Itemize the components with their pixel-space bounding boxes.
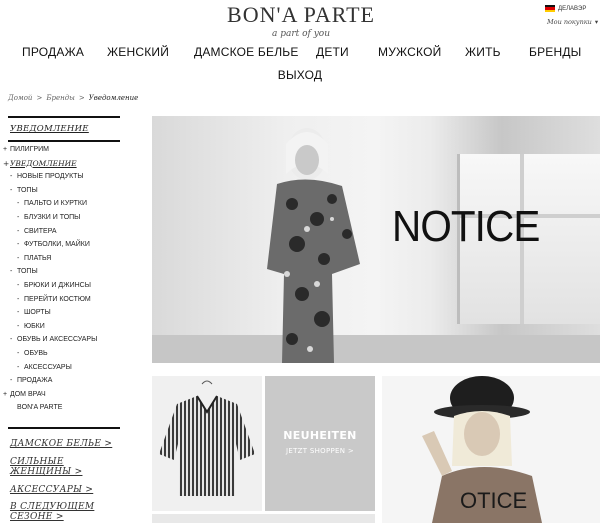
category-item[interactable]: - ЮБКИ (0, 320, 122, 334)
category-item-active[interactable]: +УВЕДОМЛЕНИЕ (0, 157, 122, 171)
model-photo-tile[interactable]: OTICE (382, 376, 600, 523)
category-item[interactable]: - ФУТБОЛКИ, МАЙКИ (0, 238, 122, 252)
sidebar-divider (8, 427, 120, 429)
category-item[interactable]: - ОБУВЬ (0, 347, 122, 361)
category-item[interactable]: BON'A PARTE (0, 401, 122, 415)
sidebar-title[interactable]: УВЕДОМЛЕНИЕ (10, 124, 89, 134)
striped-top-image (159, 380, 255, 496)
nav-item-logout[interactable]: ВЫХОД (278, 68, 322, 82)
shirt-print-text: OTICE (460, 488, 527, 513)
category-item[interactable]: - ОБУВЬ И АКСЕССУАРЫ (0, 333, 122, 347)
breadcrumb-home[interactable]: Домой (8, 94, 32, 102)
category-item[interactable]: + ПИЛИГРИМ (0, 143, 122, 157)
nav-item-living[interactable]: ЖИТЬ (465, 45, 501, 59)
promo-link-accessories[interactable]: АКСЕССУАРЫ > (10, 485, 93, 495)
promo-link-strong-women[interactable]: СИЛЬНЫЕ ЖЕНЩИНЫ > (10, 457, 100, 477)
breadcrumb-separator: > (36, 94, 43, 102)
next-row-preview (152, 514, 375, 523)
category-item[interactable]: - АКСЕССУАРЫ (0, 361, 122, 375)
country-label: ДЕЛАВЭР (558, 5, 587, 12)
category-item[interactable]: - ШОРТЫ (0, 306, 122, 320)
sidebar-divider (8, 140, 120, 142)
category-item[interactable]: - БРЮКИ И ДЖИНСЫ (0, 279, 122, 293)
category-item[interactable]: - СВИТЕРА (0, 225, 122, 239)
new-arrivals-title: NEUHEITEN (283, 429, 357, 442)
category-item[interactable]: - ПЛАТЬЯ (0, 252, 122, 266)
breadcrumb-current: Уведомление (88, 94, 139, 102)
product-tile-striped-top[interactable] (152, 376, 262, 511)
country-selector[interactable]: ДЕЛАВЭР (545, 5, 586, 12)
category-item[interactable]: - БЛУЗКИ И ТОПЫ (0, 211, 122, 225)
nav-item-lingerie[interactable]: ДАМСКОЕ БЕЛЬЕ (194, 45, 299, 59)
germany-flag-icon (545, 5, 555, 12)
sidebar-top-divider (8, 116, 120, 118)
hero-banner[interactable]: NOTICE (152, 116, 600, 363)
breadcrumb: Домой > Бренды > Уведомление (8, 94, 138, 102)
promo-link-next-season[interactable]: В СЛЕДУЮЩЕМ СЕЗОНЕ > (10, 502, 100, 522)
hero-headline: NOTICE (392, 202, 540, 251)
category-item[interactable]: - ПАЛЬТО И КУРТКИ (0, 197, 122, 211)
my-purchases-link[interactable]: Мои покупки (547, 18, 598, 26)
category-item[interactable]: - ТОПЫ (0, 265, 122, 279)
promo-link-lingerie[interactable]: ДАМСКОЕ БЕЛЬЕ > (10, 439, 112, 449)
nav-item-men[interactable]: МУЖСКОЙ (378, 45, 441, 59)
category-item[interactable]: + ДОМ ВРАЧ (0, 388, 122, 402)
nav-item-women[interactable]: ЖЕНСКИЙ (107, 45, 169, 59)
floor-backdrop (152, 335, 600, 363)
category-item[interactable]: - НОВЫЕ ПРОДУКТЫ (0, 170, 122, 184)
shop-now-link[interactable]: JETZT SHOPPEN > (265, 447, 375, 455)
breadcrumb-separator: > (78, 94, 85, 102)
breadcrumb-brands[interactable]: Бренды (46, 94, 75, 102)
site-logo[interactable]: BON'A PARTE a part of you (226, 2, 376, 39)
nav-item-kids[interactable]: ДЕТИ (316, 45, 349, 59)
brand-name: BON'A PARTE (227, 2, 375, 27)
category-item[interactable]: - ПЕРЕЙТИ КОСТЮМ (0, 293, 122, 307)
model-photo (267, 128, 360, 363)
nav-item-brands[interactable]: БРЕНДЫ (529, 45, 582, 59)
nav-item-sale[interactable]: ПРОДАЖА (22, 45, 84, 59)
category-item[interactable]: - ПРОДАЖА (0, 374, 122, 388)
category-item[interactable]: - ТОПЫ (0, 184, 122, 198)
category-list: + ПИЛИГРИМ +УВЕДОМЛЕНИЕ - НОВЫЕ ПРОДУКТЫ -… (0, 143, 122, 415)
new-arrivals-tile[interactable]: NEUHEITEN JETZT SHOPPEN > (265, 376, 375, 511)
model-hat-photo: OTICE (422, 376, 542, 523)
brand-tagline: a part of you (271, 29, 331, 39)
